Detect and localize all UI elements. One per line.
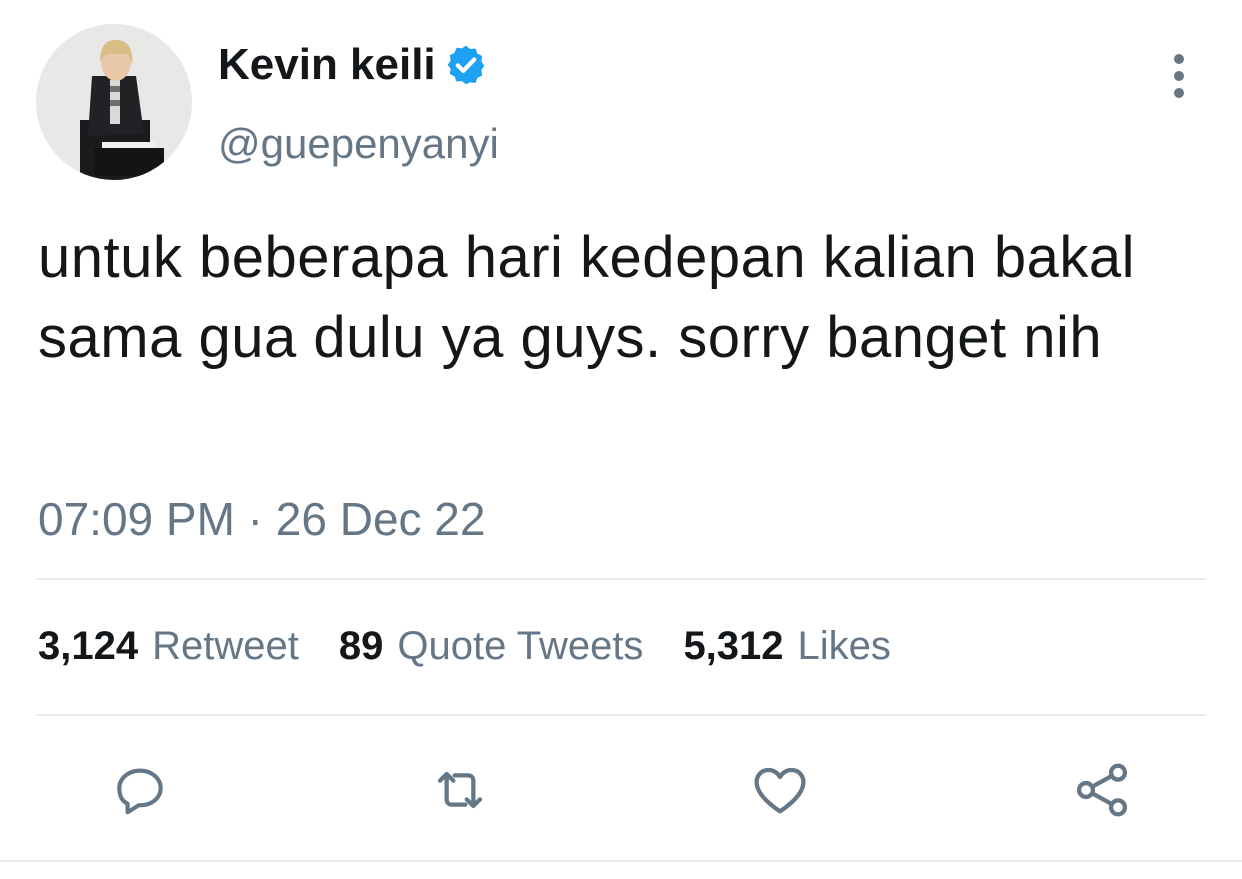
quote-tweets-label: Quote Tweets xyxy=(397,624,644,668)
heart-icon xyxy=(754,767,806,814)
divider xyxy=(36,714,1206,716)
author-handle[interactable]: @guepenyanyi xyxy=(218,120,499,168)
like-button[interactable] xyxy=(748,758,812,822)
tweet-timestamp[interactable]: 07:09 PM · 26 Dec 22 xyxy=(38,492,485,546)
more-dot xyxy=(1174,88,1184,98)
divider xyxy=(36,578,1206,580)
likes-stat[interactable]: 5,312 Likes xyxy=(683,624,891,669)
avatar-photo xyxy=(36,24,192,180)
verified-badge-icon xyxy=(447,45,485,85)
author-display-name[interactable]: Kevin keili xyxy=(218,40,436,90)
retweets-count: 3,124 xyxy=(38,624,139,668)
retweets-stat[interactable]: 3,124 Retweet xyxy=(38,624,299,669)
share-icon xyxy=(1076,763,1128,817)
retweet-button[interactable] xyxy=(428,758,492,822)
more-dot xyxy=(1174,71,1184,81)
quote-tweets-stat[interactable]: 89 Quote Tweets xyxy=(339,624,644,669)
likes-count: 5,312 xyxy=(683,624,784,668)
likes-label: Likes xyxy=(797,624,891,668)
author-name-row[interactable]: Kevin keili xyxy=(218,40,488,90)
reply-icon xyxy=(117,768,163,815)
quote-tweets-count: 89 xyxy=(338,624,384,668)
reply-button[interactable] xyxy=(108,758,172,822)
more-dot xyxy=(1174,54,1184,64)
avatar[interactable] xyxy=(36,24,192,180)
tweet-text: untuk beberapa hari kedepan kalian bakal… xyxy=(38,225,1136,370)
retweet-icon xyxy=(437,771,483,809)
divider xyxy=(0,860,1242,862)
share-button[interactable] xyxy=(1070,758,1134,822)
more-options-icon[interactable] xyxy=(1164,54,1194,98)
tweet-stats: 3,124 Retweet 89 Quote Tweets 5,312 Like… xyxy=(38,624,931,669)
retweets-label: Retweet xyxy=(152,624,299,668)
